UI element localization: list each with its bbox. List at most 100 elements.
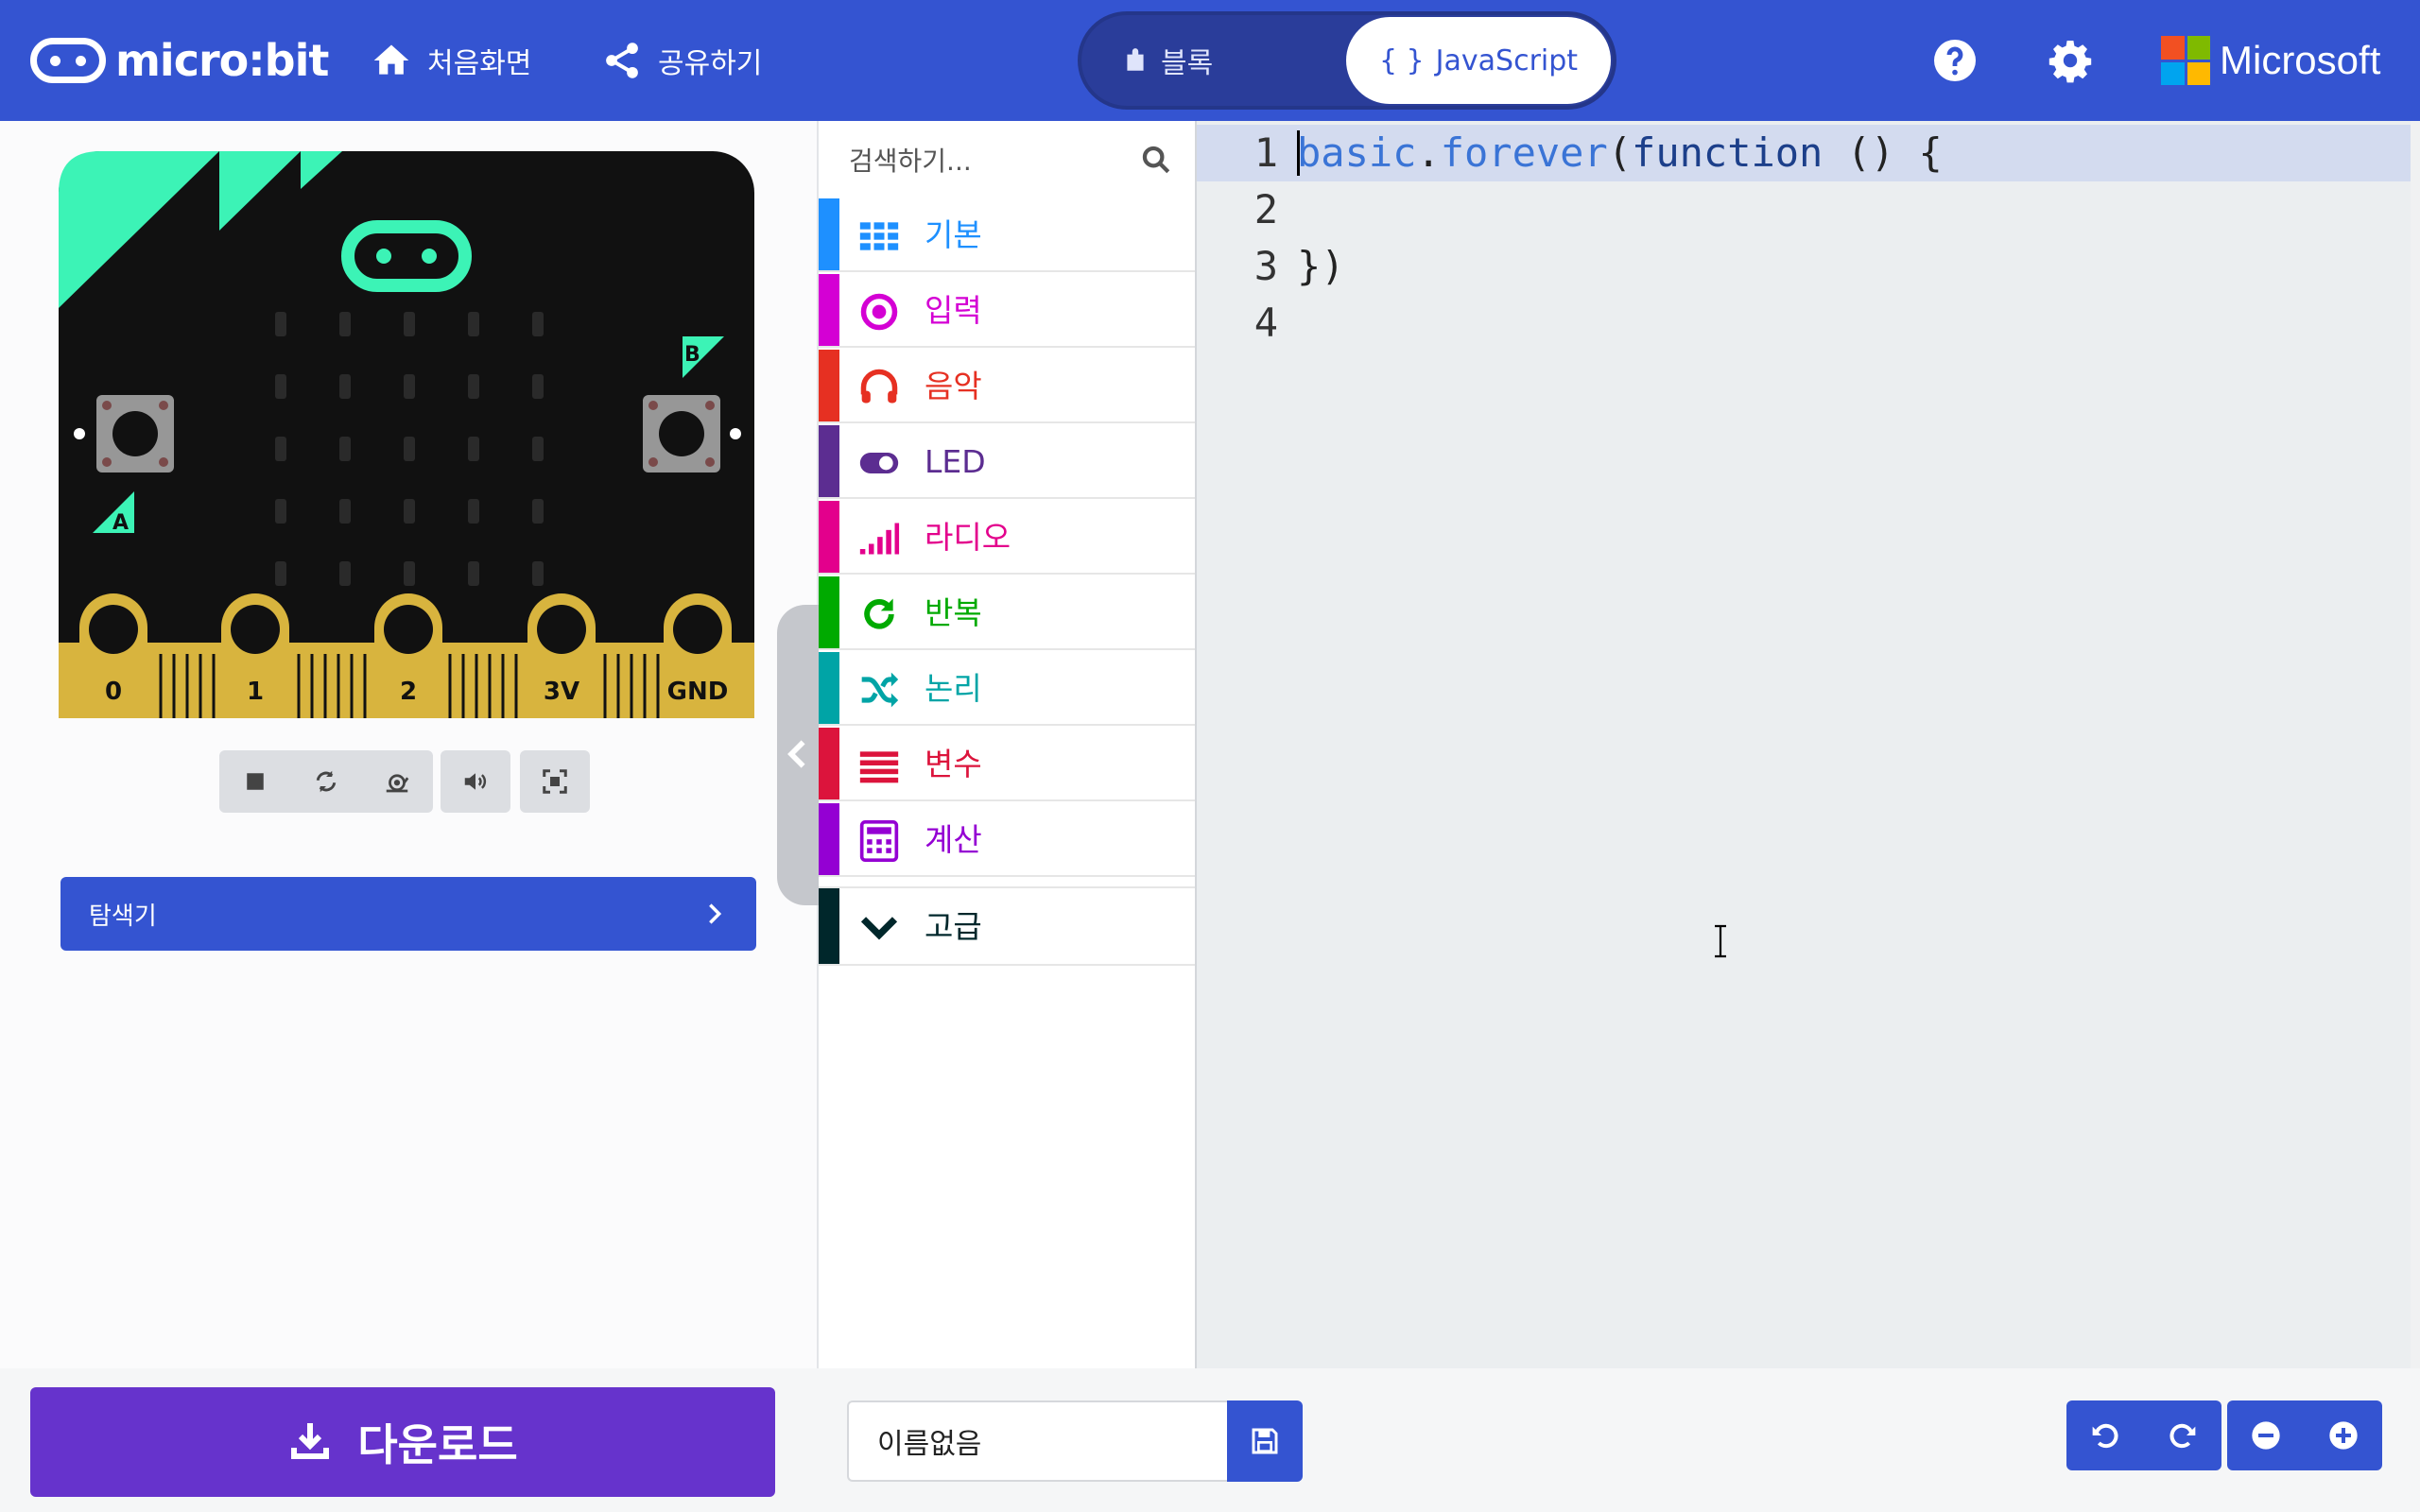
category-label: 기본 [925, 216, 982, 253]
undo-redo-group [2066, 1400, 2221, 1470]
logo-text: micro:bit [115, 35, 329, 86]
project-name-input[interactable] [847, 1400, 1229, 1482]
category-label: 반복 [925, 594, 982, 631]
category-color-bar [819, 425, 839, 497]
category-variables[interactable]: 변수 [819, 728, 1197, 801]
line-number: 2 [1253, 186, 1278, 232]
microbit-board[interactable]: A B 0 1 2 3V GND [59, 151, 754, 718]
category-label: 논리 [925, 670, 982, 707]
toolbox: 검색하기... 기본 입력 음악 LED 라디오 반복 논리 변수 계산 고급 [817, 121, 1197, 1368]
pin-gnd[interactable]: GND [664, 593, 732, 718]
pin-3v[interactable]: 3V [527, 593, 596, 718]
javascript-tab-label: JavaScript [1435, 43, 1579, 77]
category-music[interactable]: 음악 [819, 350, 1197, 423]
code-editor[interactable]: 1 basic.forever(function () { 2 3 }) 4 [1195, 121, 2412, 1368]
category-loops[interactable]: 반복 [819, 576, 1197, 650]
chevron-left-icon [787, 740, 805, 768]
microbit-logo[interactable]: micro:bit [30, 34, 329, 87]
pin-label: 3V [544, 678, 579, 706]
redo-button[interactable] [2144, 1400, 2221, 1470]
category-color-bar [819, 501, 839, 573]
stop-icon [246, 773, 264, 790]
simulator-controls [219, 750, 433, 813]
puzzle-icon [1127, 48, 1144, 71]
category-advanced[interactable]: 고급 [819, 886, 1197, 966]
download-icon [291, 1423, 330, 1459]
category-input[interactable]: 입력 [819, 274, 1197, 348]
toolbox-search[interactable]: 검색하기... [819, 121, 1197, 198]
code-line[interactable]: 3 }) [1197, 238, 2412, 295]
restart-icon [316, 770, 337, 793]
category-label: 입력 [925, 292, 982, 329]
category-color-bar [819, 576, 839, 648]
zoom-out-button[interactable] [2227, 1400, 2305, 1470]
collapse-simulator-button[interactable] [777, 605, 819, 905]
code-text: }) [1297, 243, 1345, 289]
share-button[interactable]: 공유하기 [601, 34, 762, 87]
microsoft-logo-icon [2161, 36, 2210, 85]
download-button[interactable]: 다운로드 [30, 1387, 775, 1497]
line-number: 4 [1253, 300, 1278, 346]
code-line[interactable]: 1 basic.forever(function () { [1197, 125, 2412, 181]
category-basic[interactable]: 기본 [819, 198, 1197, 272]
shuffle-icon [861, 672, 899, 708]
category-led[interactable]: LED [819, 425, 1197, 499]
help-icon[interactable] [1932, 38, 1978, 83]
category-math[interactable]: 계산 [819, 803, 1197, 877]
category-color-bar [819, 888, 839, 964]
microsoft-logo[interactable]: Microsoft [2161, 34, 2380, 87]
simulator-panel: A B 0 1 2 3V GND 탐색기 [0, 121, 817, 1368]
share-label: 공유하기 [658, 47, 763, 80]
calculator-icon [859, 820, 899, 862]
editor-toggle: 블록 { } JavaScript [1078, 11, 1616, 110]
save-button[interactable] [1227, 1400, 1303, 1482]
category-label: 라디오 [925, 519, 1011, 556]
search-input[interactable]: 검색하기... [849, 141, 972, 179]
toggle-icon [859, 453, 899, 473]
undo-button[interactable] [2066, 1400, 2144, 1470]
code-text: basic.forever(function () { [1297, 129, 1943, 176]
category-label: 변수 [925, 746, 982, 782]
zoom-group [2227, 1400, 2382, 1470]
share-icon [606, 43, 638, 78]
stop-button[interactable] [232, 758, 279, 805]
pin-0[interactable]: 0 [79, 593, 147, 718]
pin-1[interactable]: 1 [221, 593, 289, 718]
fullscreen-control [520, 750, 590, 813]
search-icon [1142, 146, 1170, 174]
zoom-in-button[interactable] [2305, 1400, 2382, 1470]
text-cursor [1297, 130, 1300, 176]
code-line[interactable]: 2 [1197, 181, 2412, 238]
lines-icon [859, 751, 899, 783]
pin-label: 1 [247, 678, 264, 706]
category-radio[interactable]: 라디오 [819, 501, 1197, 575]
headphones-icon [860, 369, 898, 404]
category-color-bar [819, 652, 839, 724]
category-color-bar [819, 350, 839, 421]
home-button[interactable]: 처음화면 [371, 34, 531, 87]
mute-button[interactable] [452, 758, 499, 805]
chevron-right-icon [709, 903, 722, 924]
loop-icon [864, 598, 894, 629]
button-a[interactable] [96, 395, 174, 472]
category-logic[interactable]: 논리 [819, 652, 1197, 726]
slow-mo-button[interactable] [373, 758, 421, 805]
download-label: 다운로드 [357, 1419, 518, 1470]
restart-button[interactable] [302, 758, 350, 805]
editor-scrollbar[interactable] [2411, 121, 2420, 1368]
explorer-button[interactable]: 탐색기 [60, 877, 756, 951]
code-line[interactable]: 4 [1197, 295, 2412, 352]
gear-icon[interactable] [2048, 38, 2093, 83]
grid-icon [859, 222, 899, 250]
blocks-tab[interactable]: 블록 [1123, 15, 1213, 106]
button-b-label: B [684, 343, 700, 367]
fullscreen-button[interactable] [531, 758, 579, 805]
pin-label: 0 [105, 678, 122, 706]
button-b[interactable] [643, 395, 720, 472]
pin-2[interactable]: 2 [374, 593, 442, 718]
ibeam-cursor-icon [1715, 924, 1726, 958]
target-icon [860, 293, 898, 331]
blocks-tab-label: 블록 [1161, 47, 1214, 80]
javascript-tab[interactable]: { } JavaScript [1346, 17, 1611, 104]
zoom-in-icon [2329, 1421, 2358, 1450]
